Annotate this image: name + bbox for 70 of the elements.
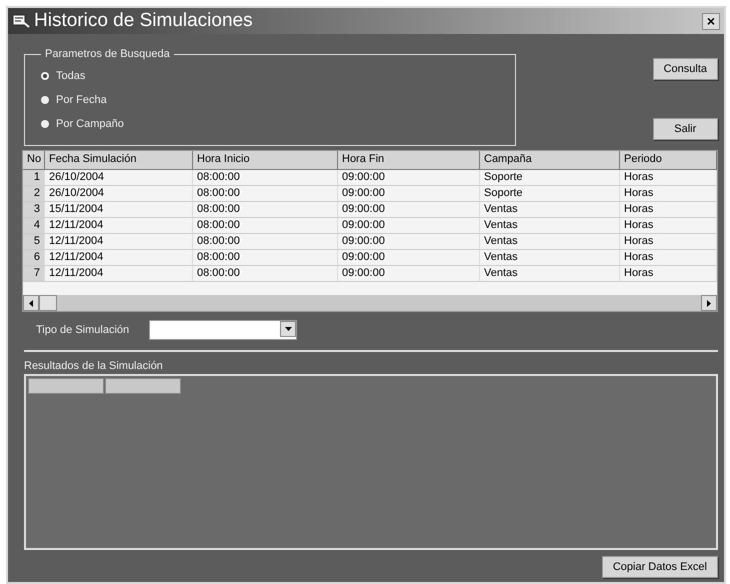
radio-option[interactable]: Por Campaño — [41, 112, 499, 136]
table-cell: 08:00:00 — [193, 170, 338, 186]
column-header[interactable]: No — [23, 151, 45, 170]
window-title: Historico de Simulaciones — [34, 10, 254, 32]
row-header: 2 — [23, 186, 45, 202]
scroll-right-button[interactable] — [701, 295, 717, 311]
table-cell: Ventas — [480, 218, 620, 234]
group-title: Parametros de Busqueda — [44, 48, 171, 60]
table-cell: Horas — [620, 170, 717, 186]
table-cell: 09:00:00 — [338, 218, 480, 234]
table-cell: 08:00:00 — [193, 202, 338, 218]
column-header[interactable]: Hora Fin — [338, 151, 480, 170]
row-header: 4 — [23, 218, 45, 234]
caret-icon[interactable] — [280, 321, 296, 337]
table-cell: Horas — [620, 218, 717, 234]
section-title: Resultados de la Simulación — [24, 360, 164, 372]
right-arrow-icon — [707, 300, 711, 306]
table-cell: Ventas — [480, 234, 620, 250]
copy-excel-button[interactable]: Copiar Datos Excel — [602, 556, 718, 578]
table-cell: 12/11/2004 — [45, 234, 193, 250]
field-label: Tipo de Simulación — [36, 324, 130, 336]
table-cell: Ventas — [480, 250, 620, 266]
column-header[interactable]: Campaña — [480, 151, 620, 170]
table-cell: 09:00:00 — [338, 170, 480, 186]
table-cell: Ventas — [480, 266, 620, 282]
radio-option[interactable]: Por Fecha — [41, 88, 499, 112]
radio-icon[interactable] — [41, 72, 49, 80]
scroll-thumb[interactable] — [39, 295, 57, 311]
left-arrow-icon — [29, 300, 33, 306]
table-cell: 08:00:00 — [193, 218, 338, 234]
table-cell: Soporte — [480, 186, 620, 202]
table-cell: 08:00:00 — [193, 186, 338, 202]
row-header: 5 — [23, 234, 45, 250]
table-cell: 09:00:00 — [338, 234, 480, 250]
table-cell: 12/11/2004 — [45, 266, 193, 282]
table-cell: Horas — [620, 186, 717, 202]
table-cell: Horas — [620, 250, 717, 266]
table-cell: 08:00:00 — [193, 234, 338, 250]
table-cell: 09:00:00 — [338, 186, 480, 202]
row-header: 3 — [23, 202, 45, 218]
row-header: 6 — [23, 250, 45, 266]
query-button[interactable]: Consulta — [652, 58, 718, 80]
table-cell: 09:00:00 — [338, 266, 480, 282]
table-cell: Soporte — [480, 170, 620, 186]
table-cell: 09:00:00 — [338, 202, 480, 218]
table-cell: 12/11/2004 — [45, 250, 193, 266]
scroll-left-button[interactable] — [23, 295, 39, 311]
table-cell: 08:00:00 — [193, 250, 338, 266]
column-header[interactable]: Fecha Simulación — [45, 151, 193, 170]
radio-icon[interactable] — [41, 120, 49, 128]
radio-option[interactable]: Todas — [41, 64, 499, 88]
table-cell: Horas — [620, 266, 717, 282]
app-icon — [12, 14, 30, 28]
radio-icon[interactable] — [41, 96, 49, 104]
column-header[interactable]: Hora Inicio — [193, 151, 338, 170]
table-cell: Horas — [620, 202, 717, 218]
close-button[interactable]: × — [702, 12, 720, 30]
table-cell: 09:00:00 — [338, 250, 480, 266]
exit-button[interactable]: Salir — [652, 118, 718, 140]
horizontal-scrollbar[interactable] — [23, 295, 717, 311]
row-header: 1 — [23, 170, 45, 186]
table-cell: Horas — [620, 234, 717, 250]
table-cell: 12/11/2004 — [45, 218, 193, 234]
column-header[interactable]: Periodo — [620, 151, 717, 170]
table-cell: 15/11/2004 — [45, 202, 193, 218]
row-header: 7 — [23, 266, 45, 282]
table-cell: 08:00:00 — [193, 266, 338, 282]
table-cell: 26/10/2004 — [45, 186, 193, 202]
table-cell: Ventas — [480, 202, 620, 218]
table-cell: 26/10/2004 — [45, 170, 193, 186]
